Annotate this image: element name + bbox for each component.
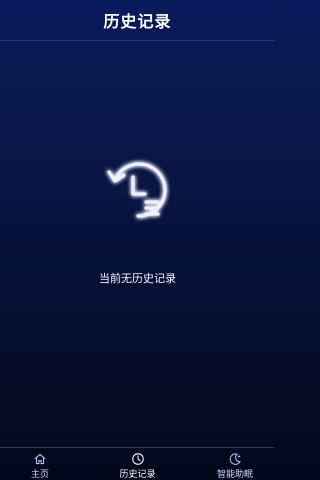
tab-home[interactable]: 主页 (0, 448, 80, 480)
page-title: 历史记录 (103, 12, 172, 31)
tab-history[interactable]: 历史记录 (98, 448, 178, 480)
header: 历史记录 (0, 0, 275, 41)
history-clock-icon (106, 162, 167, 218)
tab-label-sleep: 智能助眠 (216, 470, 253, 480)
home-icon (34, 453, 46, 465)
tab-label-history: 历史记录 (119, 470, 156, 480)
moon-icon (229, 453, 241, 465)
tab-sleep[interactable]: 智能助眠 (195, 448, 275, 480)
empty-state: 当前无历史记录 (0, 150, 275, 286)
empty-message: 当前无历史记录 (99, 272, 176, 285)
bottom-tab-bar: 主页 历史记录 智能助眠 (0, 447, 275, 480)
clock-icon (131, 453, 144, 465)
tab-label-home: 主页 (30, 470, 49, 480)
